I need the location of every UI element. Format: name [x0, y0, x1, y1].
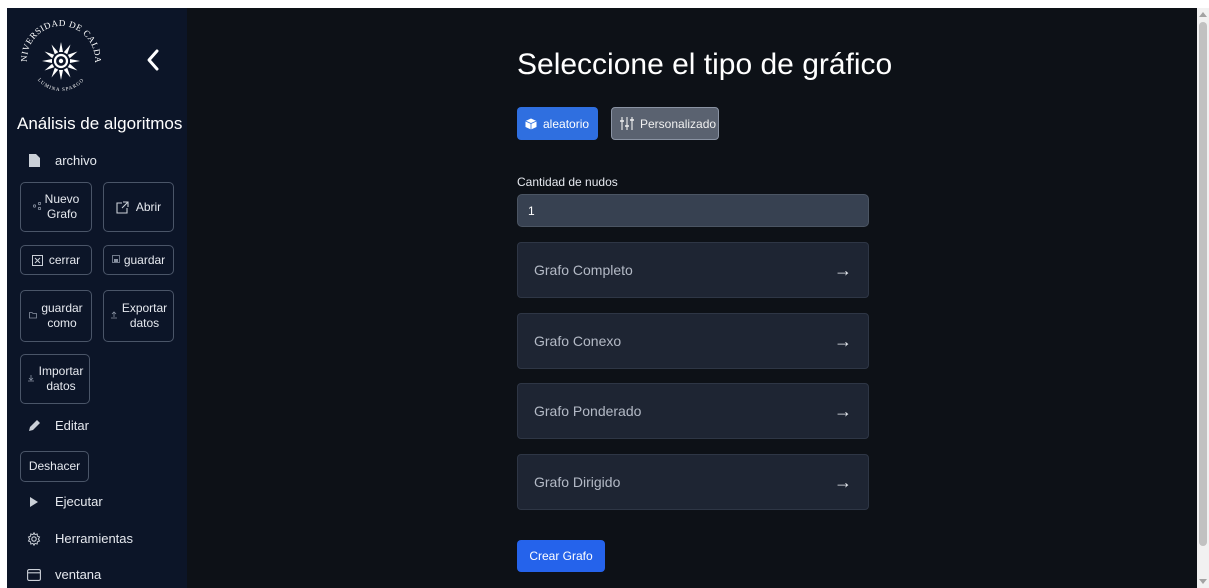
external-link-icon: [116, 200, 129, 214]
open-button[interactable]: Abrir: [103, 182, 174, 232]
save-button[interactable]: guardar: [103, 245, 174, 275]
weighted-graph-label: Grafo Ponderado: [534, 403, 642, 419]
export-data-label-1: Exportar: [121, 301, 168, 315]
export-data-button[interactable]: Exportar datos: [103, 290, 174, 342]
complete-graph-label: Grafo Completo: [534, 262, 633, 278]
import-data-label-2: datos: [46, 379, 76, 393]
directed-graph-label: Grafo Dirigido: [534, 474, 621, 490]
scroll-up-icon[interactable]: [1199, 12, 1207, 17]
university-logo: UNIVERSIDAD DE CALDAS LUMINA SPARGO: [17, 14, 103, 93]
app-window: UNIVERSIDAD DE CALDAS LUMINA SPARGO: [0, 0, 1209, 588]
random-toggle-button[interactable]: aleatorio: [517, 107, 598, 140]
gear-icon: [27, 531, 41, 546]
page-title: Seleccione el tipo de gráfico: [517, 48, 893, 81]
menu-editar[interactable]: Editar: [27, 418, 89, 433]
menu-ventana-label: ventana: [55, 567, 102, 582]
save-as-label-1: guardar: [41, 301, 83, 315]
menu-archivo-label: archivo: [55, 153, 97, 168]
export-icon: [110, 309, 118, 324]
directed-graph-option[interactable]: Grafo Dirigido →: [517, 454, 869, 510]
node-count-input[interactable]: [517, 194, 869, 227]
import-data-label-1: Importar: [38, 364, 84, 378]
close-button[interactable]: cerrar: [20, 245, 92, 275]
new-graph-label-2: Grafo: [46, 207, 77, 221]
weighted-graph-option[interactable]: Grafo Ponderado →: [517, 383, 869, 439]
main-panel: Seleccione el tipo de gráfico aleatorio …: [187, 8, 1197, 588]
save-label: guardar: [123, 252, 166, 267]
connected-graph-option[interactable]: Grafo Conexo →: [517, 313, 869, 369]
node-count-label: Cantidad de nudos: [517, 175, 618, 189]
undo-label: Deshacer: [28, 459, 81, 473]
folder-icon: [29, 309, 38, 324]
vertical-scrollbar[interactable]: [1197, 8, 1209, 588]
export-data-label-2: datos: [129, 316, 160, 330]
svg-text:LUMINA SPARGO: LUMINA SPARGO: [36, 78, 86, 93]
arrow-right-icon: →: [834, 400, 852, 421]
sliders-icon: [620, 117, 634, 130]
connected-graph-label: Grafo Conexo: [534, 333, 622, 349]
menu-ventana[interactable]: ventana: [27, 567, 101, 582]
save-as-label-2: como: [47, 316, 77, 330]
open-label: Abrir: [135, 199, 162, 214]
scrollbar-thumb[interactable]: [1199, 22, 1207, 546]
arrow-right-icon: →: [834, 471, 852, 492]
complete-graph-option[interactable]: Grafo Completo →: [517, 242, 869, 298]
arrow-right-icon: →: [834, 330, 852, 351]
play-icon: [27, 495, 41, 509]
random-toggle-label: aleatorio: [543, 116, 590, 131]
share-nodes-icon: [32, 200, 41, 215]
app-title: Análisis de algoritmos: [17, 114, 183, 133]
menu-editar-label: Editar: [55, 418, 89, 433]
scroll-down-icon[interactable]: [1199, 579, 1207, 584]
dice-icon: [525, 118, 537, 130]
custom-toggle-button[interactable]: Personalizado: [611, 107, 719, 140]
new-graph-label-1: Nuevo: [44, 192, 80, 206]
menu-herramientas-label: Herramientas: [55, 531, 134, 546]
menu-herramientas[interactable]: Herramientas: [27, 531, 133, 546]
window-icon: [27, 568, 41, 582]
create-graph-button[interactable]: Crear Grafo: [517, 540, 605, 572]
import-data-button[interactable]: Importar datos: [20, 354, 90, 404]
close-label: cerrar: [48, 252, 81, 267]
close-box-icon: [31, 254, 43, 266]
file-icon: [27, 154, 41, 168]
undo-button[interactable]: Deshacer: [20, 451, 89, 482]
chevron-left-icon[interactable]: [143, 48, 163, 72]
custom-toggle-label: Personalizado: [640, 116, 717, 131]
save-icon: [111, 253, 120, 268]
sidebar: UNIVERSIDAD DE CALDAS LUMINA SPARGO: [7, 8, 187, 588]
menu-ejecutar[interactable]: Ejecutar: [27, 494, 103, 509]
import-icon: [27, 372, 35, 387]
arrow-right-icon: →: [834, 259, 852, 280]
save-as-button[interactable]: guardar como: [20, 290, 92, 342]
menu-archivo[interactable]: archivo: [27, 153, 97, 168]
pencil-icon: [27, 419, 41, 433]
menu-ejecutar-label: Ejecutar: [55, 494, 103, 509]
new-graph-button[interactable]: Nuevo Grafo: [20, 182, 92, 232]
